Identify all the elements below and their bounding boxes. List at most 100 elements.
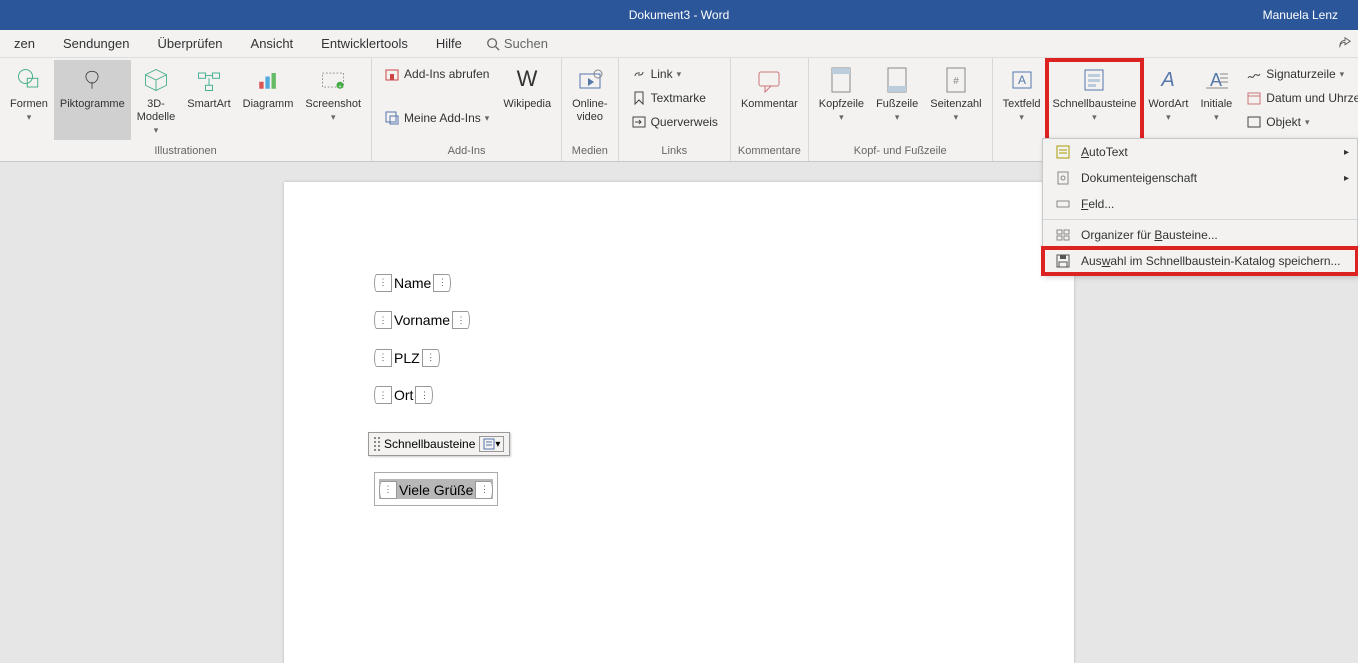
- wordart-icon: A: [1154, 66, 1182, 94]
- seitenzahl-button[interactable]: # Seitenzahl▾: [924, 60, 987, 140]
- textbox-icon: A: [1010, 66, 1034, 94]
- datetime-icon: [1246, 90, 1262, 106]
- addins-icon: [384, 110, 400, 126]
- crossref-icon: [631, 114, 647, 130]
- store-icon: [384, 66, 400, 82]
- group-label-medien: Medien: [562, 143, 617, 161]
- group-label-kopffuss: Kopf- und Fußzeile: [809, 143, 992, 161]
- search-label: Suchen: [504, 36, 548, 51]
- wordart-button[interactable]: A WordArt▾: [1142, 60, 1194, 140]
- tab-ansicht[interactable]: Ansicht: [237, 30, 308, 57]
- smartart-button[interactable]: SmartArt: [181, 60, 236, 140]
- mini-toolbar[interactable]: Schnellbausteine ▾: [368, 432, 510, 456]
- tab-ueberpruefen[interactable]: Überprüfen: [143, 30, 236, 57]
- schnellbausteine-button[interactable]: Schnellbausteine▾: [1047, 60, 1143, 140]
- textmarke-button[interactable]: Textmarke: [627, 86, 722, 110]
- share-icon[interactable]: [1338, 36, 1352, 50]
- fusszeile-button[interactable]: Fußzeile▾: [870, 60, 924, 140]
- search-icon: [486, 37, 500, 51]
- formen-button[interactable]: Formen▾: [4, 60, 54, 140]
- objekt-button[interactable]: Objekt▾: [1242, 110, 1358, 134]
- menu-organizer[interactable]: Organizer für Bausteine...Organizer für …: [1043, 222, 1357, 248]
- textfeld-button[interactable]: A Textfeld▾: [997, 60, 1047, 140]
- initiale-button[interactable]: A Initiale▾: [1194, 60, 1238, 140]
- group-kopffuss: Kopfzeile▾ Fußzeile▾ # Seitenzahl▾ Kopf-…: [809, 58, 993, 161]
- field-name[interactable]: ⋮Name⋮: [374, 272, 984, 292]
- video-icon: [576, 66, 604, 94]
- link-icon: [631, 66, 647, 82]
- cube-icon: [142, 66, 170, 94]
- quickparts-icon: [1082, 66, 1106, 94]
- svg-text:A: A: [1210, 70, 1222, 90]
- tab-entwicklertools[interactable]: Entwicklertools: [307, 30, 422, 57]
- svg-text:A: A: [1018, 73, 1026, 87]
- group-label-kommentare: Kommentare: [731, 143, 808, 161]
- field-icon: [1055, 196, 1071, 212]
- docprop-icon: [1055, 170, 1071, 186]
- kopfzeile-button[interactable]: Kopfzeile▾: [813, 60, 870, 140]
- datum-button[interactable]: Datum und Uhrzeit: [1242, 86, 1358, 110]
- kommentar-button[interactable]: Kommentar: [735, 60, 804, 140]
- menu-speichern[interactable]: Auswahl im Schnellbaustein-Katalog speic…: [1043, 248, 1357, 274]
- wikipedia-button[interactable]: W Wikipedia: [497, 60, 557, 140]
- group-addins: Add-Ins abrufen Meine Add-Ins▾ W Wikiped…: [372, 58, 562, 161]
- save-icon: [1055, 253, 1071, 269]
- tab-partial[interactable]: zen: [0, 30, 49, 57]
- dropcap-icon: A: [1202, 66, 1230, 94]
- mini-toolbar-dropdown[interactable]: ▾: [479, 436, 504, 452]
- comment-icon: [755, 66, 783, 94]
- menu-feld[interactable]: Feld...Feld...: [1043, 191, 1357, 217]
- pictogram-icon: [78, 66, 106, 94]
- menu-dokeigenschaft[interactable]: Dokumenteigenschaft ▸: [1043, 165, 1357, 191]
- quickparts-small-icon: [483, 438, 495, 450]
- diagramm-button[interactable]: Diagramm: [237, 60, 300, 140]
- onlinevideo-button[interactable]: Online- video: [566, 60, 613, 140]
- field-ort[interactable]: ⋮Ort⋮: [374, 385, 984, 405]
- menu-separator: [1043, 219, 1357, 220]
- piktogramme-button[interactable]: Piktogramme: [54, 60, 131, 140]
- addins-abrufen-button[interactable]: Add-Ins abrufen: [380, 62, 493, 86]
- group-medien: Online- video Medien: [562, 58, 618, 161]
- group-label-links: Links: [619, 143, 730, 161]
- header-icon: [829, 66, 853, 94]
- svg-text:#: #: [953, 76, 959, 87]
- selected-block[interactable]: ⋮Viele Grüße⋮: [374, 472, 498, 506]
- chevron-right-icon: ▸: [1344, 173, 1349, 184]
- object-icon: [1246, 114, 1262, 130]
- link-button[interactable]: Link▾: [627, 62, 722, 86]
- page[interactable]: ⋮Name⋮ ⋮Vorname⋮ ⋮PLZ⋮ ⋮Ort⋮ Schnellbaus…: [284, 182, 1074, 663]
- bookmark-icon: [631, 90, 647, 106]
- drag-handle-icon[interactable]: [374, 437, 380, 451]
- 3dmodelle-button[interactable]: 3D- Modelle▾: [131, 60, 182, 140]
- svg-text:A: A: [1161, 69, 1175, 91]
- meine-addins-button[interactable]: Meine Add-Ins▾: [380, 106, 493, 130]
- tab-hilfe[interactable]: Hilfe: [422, 30, 476, 57]
- group-label-illustrationen: Illustrationen: [0, 143, 371, 161]
- group-illustrationen: Formen▾ Piktogramme 3D- Modelle▾ SmartAr…: [0, 58, 372, 161]
- footer-icon: [885, 66, 909, 94]
- group-label-addins: Add-Ins: [372, 143, 561, 161]
- search-box[interactable]: Suchen: [486, 36, 548, 51]
- group-links: Link▾ Textmarke Querverweis Links: [619, 58, 731, 161]
- tab-sendungen[interactable]: Sendungen: [49, 30, 144, 57]
- svg-text:W: W: [517, 66, 538, 91]
- schnellbausteine-menu: AAutoTextutoText ▸ Dokumenteigenschaft ▸…: [1042, 138, 1358, 275]
- querverweis-button[interactable]: Querverweis: [627, 110, 722, 134]
- svg-text:+: +: [339, 84, 342, 90]
- field-plz[interactable]: ⋮PLZ⋮: [374, 347, 984, 367]
- screenshot-icon: +: [319, 66, 347, 94]
- autotext-icon: [1055, 144, 1071, 160]
- shapes-icon: [15, 66, 43, 94]
- screenshot-button[interactable]: + Screenshot▾: [299, 60, 367, 140]
- menu-autotext[interactable]: AAutoTextutoText ▸: [1043, 139, 1357, 165]
- group-kommentare: Kommentar Kommentare: [731, 58, 809, 161]
- mini-toolbar-label: Schnellbausteine: [384, 437, 475, 451]
- chevron-right-icon: ▸: [1344, 147, 1349, 158]
- signatur-button[interactable]: Signaturzeile▾: [1242, 62, 1358, 86]
- ribbon-tabs: zen Sendungen Überprüfen Ansicht Entwick…: [0, 30, 1358, 58]
- user-name: Manuela Lenz: [1263, 8, 1338, 22]
- signature-icon: [1246, 66, 1262, 82]
- field-vorname[interactable]: ⋮Vorname⋮: [374, 310, 984, 330]
- organizer-icon: [1055, 227, 1071, 243]
- title-bar: Dokument3 - Word Manuela Lenz: [0, 0, 1358, 30]
